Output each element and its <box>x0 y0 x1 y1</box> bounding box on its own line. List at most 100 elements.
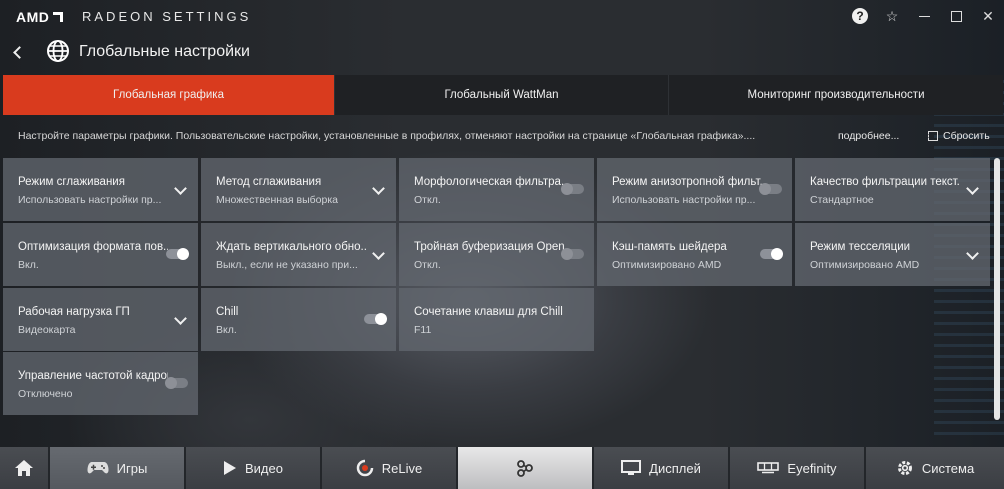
back-button[interactable] <box>12 44 26 60</box>
setting-chill-hotkey[interactable]: Сочетание клавиш для Chill F11 <box>399 288 594 351</box>
setting-value: Откл. <box>414 194 441 206</box>
relive-icon <box>356 459 374 477</box>
minimize-button[interactable] <box>908 0 940 32</box>
minimize-icon <box>918 15 930 17</box>
toggle-switch[interactable] <box>561 248 584 260</box>
scrollbar-thumb[interactable] <box>994 158 1000 420</box>
setting-value: Вкл. <box>216 324 237 336</box>
toggle-knob <box>759 183 771 195</box>
info-text: Настройте параметры графики. Пользовател… <box>18 130 756 142</box>
nav-eyefinity[interactable]: Eyefinity <box>730 447 866 489</box>
setting-value: Оптимизировано AMD <box>810 259 920 271</box>
tab-global-graphics[interactable]: Глобальная графика <box>3 75 335 115</box>
reset-label: Сбросить <box>943 130 990 142</box>
setting-title: Режим тесселяции <box>810 241 911 253</box>
setting-title: Тройная буферизация Open... <box>414 241 564 253</box>
toggle-switch[interactable] <box>760 248 783 260</box>
page-title: Глобальные настройки <box>79 43 250 60</box>
globe-icon <box>47 40 69 62</box>
play-icon <box>224 461 236 475</box>
nav-label: Игры <box>116 460 148 476</box>
toggle-switch[interactable] <box>364 313 387 325</box>
toggle-switch[interactable] <box>165 377 188 389</box>
bottom-navigation: Игры Видео ReLive Дисплей Eyefinity Сист… <box>0 447 1004 489</box>
chevron-down-icon[interactable] <box>372 247 385 260</box>
setting-title: Сочетание клавиш для Chill <box>414 306 563 318</box>
eyefinity-icon <box>757 462 780 474</box>
setting-shader-cache[interactable]: Кэш-память шейдера Оптимизировано AMD <box>597 223 792 286</box>
share-icon <box>517 460 533 477</box>
setting-value: Использовать настройки пр... <box>612 194 756 206</box>
chevron-down-icon[interactable] <box>966 247 979 260</box>
setting-antialiasing-mode[interactable]: Режим сглаживания Использовать настройки… <box>3 158 198 221</box>
favorite-button[interactable]: ☆ <box>876 0 908 32</box>
scrollbar[interactable] <box>994 158 1000 420</box>
nav-label: Дисплей <box>649 460 701 476</box>
toggle-switch[interactable] <box>759 183 782 195</box>
setting-anisotropic-filtering-mode[interactable]: Режим анизотропной фильт... Использовать… <box>597 158 792 221</box>
setting-value: Использовать настройки пр... <box>18 194 162 206</box>
tab-label: Мониторинг производительности <box>747 89 925 101</box>
title-bar: AMD RADEON SETTINGS ? ☆ ✕ <box>0 0 1004 32</box>
setting-value: Видеокарта <box>18 324 76 336</box>
close-icon: ✕ <box>982 7 994 24</box>
brand-text: AMD <box>16 9 50 25</box>
nav-relive[interactable]: ReLive <box>322 447 458 489</box>
nav-label: Система <box>921 460 975 476</box>
toggle-knob <box>561 248 573 260</box>
reset-icon <box>928 131 938 141</box>
nav-games[interactable]: Игры <box>50 447 186 489</box>
nav-display[interactable]: Дисплей <box>594 447 730 489</box>
toggle-knob <box>375 313 387 325</box>
app-name: RADEON SETTINGS <box>82 9 252 24</box>
setting-title: Метод сглаживания <box>216 176 322 188</box>
setting-value: Стандартное <box>810 194 874 206</box>
close-button[interactable]: ✕ <box>972 0 1004 32</box>
setting-title: Режим анизотропной фильт... <box>612 176 762 188</box>
nav-connect[interactable] <box>458 447 594 489</box>
star-icon: ☆ <box>885 7 899 24</box>
setting-value: Отключено <box>18 388 73 400</box>
tab-label: Глобальный WattMan <box>444 89 559 101</box>
setting-triple-buffering[interactable]: Тройная буферизация Open... Откл. <box>399 223 594 286</box>
setting-wait-vertical-refresh[interactable]: Ждать вертикального обно... Выкл., если … <box>201 223 396 286</box>
home-icon <box>15 460 33 476</box>
reset-button[interactable]: Сбросить <box>928 130 990 142</box>
setting-title: Морфологическая фильтра... <box>414 176 564 188</box>
chevron-down-icon[interactable] <box>174 182 187 195</box>
setting-morphological-filtering[interactable]: Морфологическая фильтра... Откл. <box>399 158 594 221</box>
setting-frame-rate-target-control[interactable]: Управление частотой кадров Отключено <box>3 352 198 415</box>
chevron-down-icon[interactable] <box>372 182 385 195</box>
nav-system[interactable]: Система <box>866 447 1004 489</box>
page-header: Глобальные настройки <box>0 36 600 68</box>
setting-title: Оптимизация формата пов... <box>18 241 168 253</box>
amd-arrow-icon <box>53 12 64 22</box>
setting-tessellation-mode[interactable]: Режим тесселяции Оптимизировано AMD <box>795 223 990 286</box>
tab-performance-monitoring[interactable]: Мониторинг производительности <box>669 75 1003 115</box>
info-bar: Настройте параметры графики. Пользовател… <box>0 126 1004 148</box>
toggle-knob <box>771 248 783 260</box>
toggle-switch[interactable] <box>561 183 584 195</box>
amd-logo: AMD <box>16 9 64 25</box>
help-button[interactable]: ? <box>844 0 876 32</box>
setting-texture-filtering-quality[interactable]: Качество фильтрации текст... Стандартное <box>795 158 990 221</box>
setting-chill[interactable]: Chill Вкл. <box>201 288 396 351</box>
setting-gpu-workload[interactable]: Рабочая нагрузка ГП Видеокарта <box>3 288 198 351</box>
tab-global-wattman[interactable]: Глобальный WattMan <box>335 75 669 115</box>
nav-home[interactable] <box>0 447 50 489</box>
chevron-down-icon[interactable] <box>966 182 979 195</box>
nav-label: ReLive <box>381 460 423 476</box>
setting-title: Chill <box>216 306 239 318</box>
chevron-down-icon[interactable] <box>174 312 187 325</box>
toggle-switch[interactable] <box>166 248 189 260</box>
setting-value: Множественная выборка <box>216 194 339 206</box>
setting-title: Управление частотой кадров <box>18 370 168 382</box>
help-icon: ? <box>852 8 868 24</box>
setting-value: Оптимизировано AMD <box>612 259 722 271</box>
more-link[interactable]: подробнее... <box>838 130 899 142</box>
maximize-button[interactable] <box>940 0 972 32</box>
nav-video[interactable]: Видео <box>186 447 322 489</box>
setting-antialiasing-method[interactable]: Метод сглаживания Множественная выборка <box>201 158 396 221</box>
setting-title: Ждать вертикального обно... <box>216 241 366 253</box>
setting-surface-format-optimization[interactable]: Оптимизация формата пов... Вкл. <box>3 223 198 286</box>
